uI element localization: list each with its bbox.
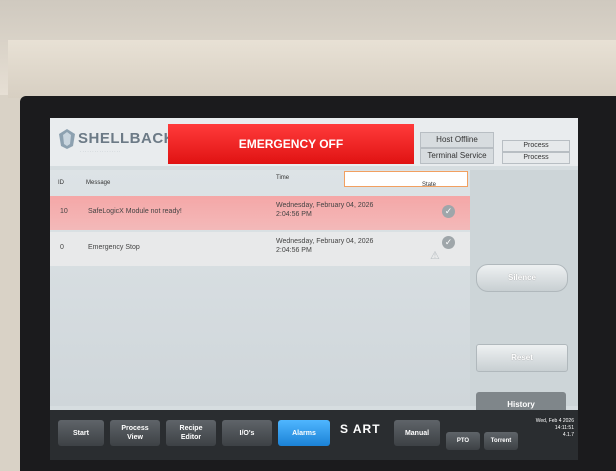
smart-logo: S ART [340, 422, 381, 436]
process-indicator-2: Process [502, 152, 570, 164]
shellback-logo-icon [59, 129, 75, 149]
emergency-status-banner: EMERGENCY OFF [168, 124, 414, 164]
nav-alarms-label: Alarms [292, 429, 316, 437]
header-bar: SHELLBACK · · · · · · · · · · · · · · · … [50, 118, 578, 166]
filter-input[interactable] [344, 171, 468, 187]
right-action-panel: Silence Reset History [470, 170, 578, 418]
nav-process-view-button[interactable]: Process View [110, 420, 160, 446]
nav-pto-button[interactable]: PTO [446, 432, 480, 450]
row-id: 10 [60, 208, 68, 215]
host-status-button[interactable]: Host Offline [420, 132, 494, 148]
check-icon: ✓ [442, 205, 455, 218]
reset-button[interactable]: Reset [476, 344, 568, 372]
nav-ios-label: I/O's [239, 429, 255, 437]
silence-button[interactable]: Silence [476, 264, 568, 292]
nav-manual-button[interactable]: Manual [394, 420, 440, 446]
nav-recipe-label-1: Recipe [179, 425, 203, 432]
status-time: 14:11:51 [554, 425, 574, 431]
column-header-state[interactable]: State [422, 182, 436, 188]
warning-icon: ⚠ [430, 250, 440, 262]
column-header-time[interactable]: Time [276, 175, 289, 181]
nav-recipe-editor-button[interactable]: Recipe Editor [166, 420, 216, 446]
nav-alarms-button[interactable]: Alarms [278, 420, 330, 446]
nav-ios-button[interactable]: I/O's [222, 420, 272, 446]
hmi-screen: SHELLBACK · · · · · · · · · · · · · · · … [50, 118, 578, 460]
nav-start-label: Start [73, 429, 89, 437]
row-id: 0 [60, 244, 64, 251]
row-time-clock: 2:04:56 PM [276, 211, 312, 218]
table-row[interactable]: 10 SafeLogicX Module not ready! Wednesda… [50, 196, 470, 230]
logo-text: SHELLBACK [78, 130, 175, 147]
nav-recipe-label-2: Editor [180, 434, 202, 441]
status-clock: Wed, Feb 4 2026 14:11:51 4.1.7 [510, 418, 574, 439]
bottom-navigation: Start Process View Recipe Editor I/O's A… [50, 410, 578, 460]
nav-torrent-label: Torrent [490, 437, 512, 444]
shellback-logo: SHELLBACK · · · · · · · · · · · · · · · … [58, 124, 175, 160]
status-date: Wed, Feb 4 2026 [535, 418, 574, 424]
row-message: SafeLogicX Module not ready! [88, 208, 182, 215]
logo-tagline: · · · · · · · · · · · · · · · · · [80, 149, 121, 154]
nav-process-view-label-2: View [127, 434, 143, 441]
column-header-message[interactable]: Message [86, 180, 110, 186]
alarm-table: ID Message Time State 10 SafeLogicX Modu… [50, 170, 470, 406]
table-row[interactable]: 0 Emergency Stop Wednesday, February 04,… [50, 232, 470, 266]
status-version: 4.1.7 [562, 432, 574, 438]
check-icon: ✓ [442, 236, 455, 249]
row-message: Emergency Stop [88, 244, 140, 251]
nav-pto-label: PTO [456, 437, 470, 444]
column-header-id[interactable]: ID [58, 180, 64, 186]
terminal-service-button[interactable]: Terminal Service [420, 148, 494, 164]
enclosure-top [8, 40, 616, 98]
process-indicator-1: Process [502, 140, 570, 152]
nav-manual-label: Manual [404, 429, 430, 437]
row-time-date: Wednesday, February 04, 2026 [276, 202, 374, 209]
row-time-date: Wednesday, February 04, 2026 [276, 238, 374, 245]
row-time-clock: 2:04:56 PM [276, 247, 312, 254]
nav-start-button[interactable]: Start [58, 420, 104, 446]
nav-process-view-label-1: Process [121, 425, 149, 432]
